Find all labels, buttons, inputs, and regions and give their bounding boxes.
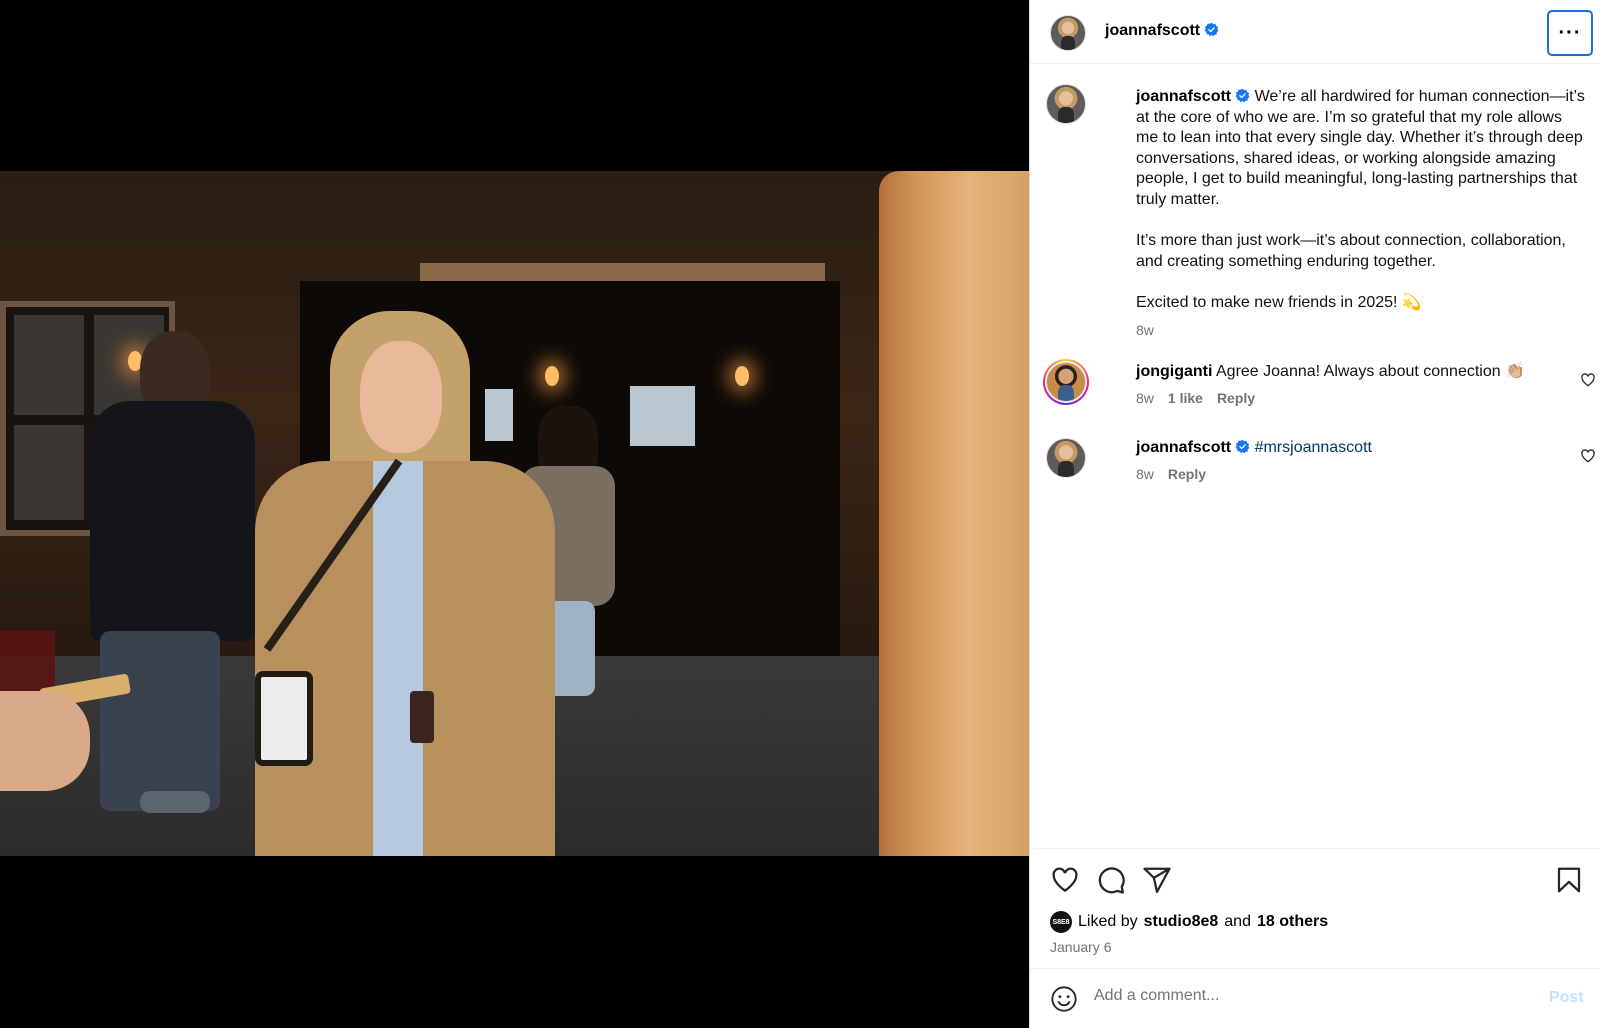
comment-timestamp[interactable]: 8w [1136,466,1154,482]
comment-text: joannafscott #mrsjoannascott [1136,438,1546,458]
caption-username[interactable]: joannafscott [1136,88,1231,105]
post-header: joannafscott ··· [1030,0,1600,64]
author-username[interactable]: joannafscott [1105,22,1219,40]
more-options-button[interactable]: ··· [1547,10,1593,56]
more-horizontal-icon: ··· [1558,21,1582,44]
caption-timestamp[interactable]: 8w [1136,320,1586,341]
commenter-avatar[interactable] [1046,362,1086,402]
comment-meta: 8w 1 like Reply [1136,390,1255,406]
verified-badge-icon [1235,88,1250,103]
studio-logo-avatar[interactable]: S8E8 [1050,911,1072,933]
photo-wall [879,171,1029,856]
author-avatar[interactable] [1050,15,1086,51]
comment-body: Agree Joanna! Always about connection 👏🏼 [1216,363,1526,380]
caption-paragraph: Excited to make new friends in 2025! 💫 [1136,293,1422,311]
comment-icon[interactable] [1096,865,1126,895]
caption-paragraph: We’re all hardwired for human connection… [1136,88,1585,208]
post-photo [0,171,1029,856]
post-details-panel: joannafscott ··· joannafscott We’re all … [1029,0,1600,1028]
comment-timestamp[interactable]: 8w [1136,390,1154,406]
post-actions: S8E8 Liked by studio8e8 and 18 others Ja… [1030,848,1600,968]
reply-button[interactable]: Reply [1168,466,1206,482]
comment-like-icon[interactable] [1580,448,1596,464]
commenter-username[interactable]: joannafscott [1136,439,1231,456]
commenter-username[interactable]: jongiganti [1136,363,1212,380]
photo-subject [255,311,555,856]
post-date[interactable]: January 6 [1050,939,1111,955]
caption-paragraph: It’s more than just work—it’s about conn… [1136,232,1566,270]
photo-man [70,331,255,831]
bookmark-icon[interactable] [1554,865,1584,895]
comment-input[interactable] [1094,987,1514,1005]
post-media[interactable] [0,0,1029,1028]
heart-icon[interactable] [1050,865,1080,895]
comment-meta: 8w Reply [1136,466,1206,482]
liked-by-others[interactable]: 18 others [1257,913,1328,931]
caption-avatar[interactable] [1046,84,1086,124]
comment-text: jongiganti Agree Joanna! Always about co… [1136,362,1546,382]
emoji-icon[interactable] [1050,985,1078,1013]
post-button[interactable]: Post [1549,989,1584,1007]
caption-body: joannafscott We’re all hardwired for hum… [1136,87,1586,340]
comment-like-count[interactable]: 1 like [1168,390,1203,406]
reply-button[interactable]: Reply [1217,390,1255,406]
verified-badge-icon [1204,22,1219,37]
commenter-avatar[interactable] [1046,438,1086,478]
verified-badge-icon [1235,439,1250,454]
liked-by: S8E8 Liked by studio8e8 and 18 others [1050,911,1328,933]
add-comment-bar: Post [1030,968,1600,1028]
hashtag-link[interactable]: #mrsjoannascott [1255,439,1372,456]
comment-like-icon[interactable] [1580,372,1596,388]
share-icon[interactable] [1142,865,1172,895]
liked-by-user[interactable]: studio8e8 [1144,913,1219,931]
